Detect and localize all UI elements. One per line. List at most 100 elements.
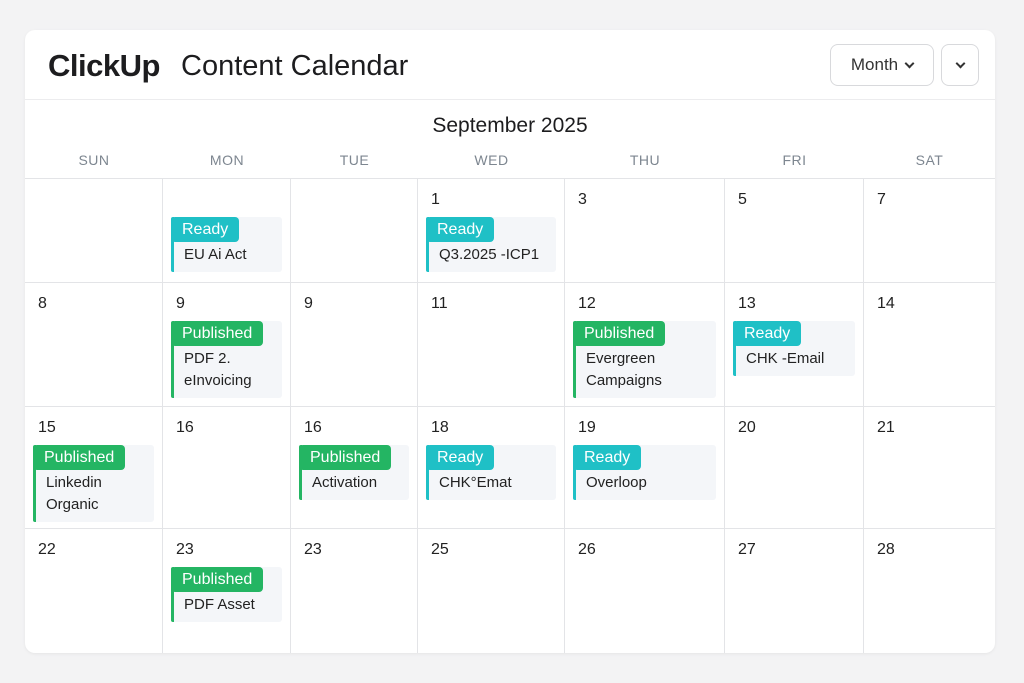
calendar-card: ClickUp Content Calendar Month September… (25, 30, 995, 653)
status-badge: Ready (426, 217, 495, 242)
calendar-day-cell[interactable]: 22 (25, 529, 163, 653)
day-number: 20 (738, 419, 756, 436)
status-badge: Ready (426, 445, 495, 470)
chevron-down-icon (904, 58, 915, 68)
weekday-label: SUN (78, 152, 110, 168)
view-mode-dropdown[interactable]: Month (830, 44, 934, 86)
calendar-day-cell[interactable]: 26 (565, 529, 725, 653)
event-title: EU Ai Act (184, 246, 247, 263)
calendar-day-cell[interactable]: 11 (418, 283, 565, 407)
calendar-day-cell[interactable]: 15 Published Linkedin Organic (25, 407, 163, 529)
calendar-day-cell[interactable]: 23 (291, 529, 418, 653)
day-number: 5 (738, 191, 747, 208)
view-mode-label: Month (850, 55, 899, 74)
calendar-day-cell[interactable]: 20 (725, 407, 864, 529)
day-number: 16 (176, 419, 194, 436)
calendar-day-cell[interactable] (25, 179, 163, 283)
calendar-day-cell[interactable]: 23 Published PDF Asset (163, 529, 291, 653)
calendar-day-cell[interactable] (291, 179, 418, 283)
event-title: eInvoicing (184, 372, 252, 389)
weekday-label: WED (474, 152, 509, 168)
weekday-label: SAT (915, 152, 944, 168)
calendar-day-cell[interactable]: 1 Ready Q3.2025 -ICP1 (418, 179, 565, 283)
event-title: Activation (312, 474, 378, 491)
event-title: Campaigns (586, 372, 662, 389)
day-number: 1 (431, 191, 440, 208)
day-number: 13 (738, 295, 756, 312)
day-number: 11 (431, 295, 448, 312)
event-title: CHK°Emat (439, 474, 512, 491)
more-options-button[interactable] (941, 44, 979, 86)
event-card[interactable]: Published PDF 2. eInvoicing (171, 321, 282, 398)
event-title: Evergreen (586, 350, 656, 367)
day-number: 7 (877, 191, 886, 208)
event-title: CHK -Email (746, 350, 825, 367)
event-title: PDF 2. (184, 350, 231, 367)
calendar-day-cell[interactable]: 5 (725, 179, 864, 283)
calendar-day-cell[interactable]: 16 Published Activation (291, 407, 418, 529)
day-number: 27 (738, 541, 756, 558)
day-number: 28 (877, 541, 895, 558)
day-number: 15 (38, 419, 56, 436)
status-badge: Published (299, 445, 392, 470)
day-number: 3 (578, 191, 587, 208)
day-number: 9 (176, 295, 185, 312)
event-card[interactable]: Published PDF Asset (171, 567, 282, 622)
calendar-day-cell[interactable]: 9 Published PDF 2. eInvoicing (163, 283, 291, 407)
event-card[interactable]: Published Evergreen Campaigns (573, 321, 716, 398)
event-title: Linkedin (46, 474, 102, 491)
weekday-label: FRI (782, 152, 807, 168)
status-badge: Published (171, 567, 264, 592)
event-card[interactable]: Published Linkedin Organic (33, 445, 154, 522)
calendar-day-cell[interactable]: 8 (25, 283, 163, 407)
day-number: 19 (578, 419, 596, 436)
calendar-day-cell[interactable]: 25 (418, 529, 565, 653)
day-number: 23 (304, 541, 322, 558)
calendar-day-cell[interactable]: 16 (163, 407, 291, 529)
header-bar: ClickUp Content Calendar Month (25, 30, 995, 100)
status-badge: Ready (171, 217, 240, 242)
weekday-label: THU (629, 152, 661, 168)
weekday-label: MON (209, 152, 245, 168)
chevron-down-icon (955, 58, 965, 68)
day-number: 9 (304, 295, 313, 312)
event-title: PDF Asset (184, 596, 255, 613)
calendar-day-cell[interactable]: 14 (864, 283, 995, 407)
calendar-day-cell[interactable]: 7 (864, 179, 995, 283)
month-title: September 2025 (432, 114, 588, 137)
calendar-day-cell[interactable]: 21 (864, 407, 995, 529)
status-badge: Published (171, 321, 264, 346)
event-card[interactable]: Ready CHK°Emat (426, 445, 556, 500)
weekday-label: TUE (339, 152, 370, 168)
calendar-day-cell[interactable]: 3 (565, 179, 725, 283)
calendar-day-cell[interactable]: 28 (864, 529, 995, 653)
status-badge: Published (573, 321, 666, 346)
event-card[interactable]: Ready Overloop (573, 445, 716, 500)
event-card[interactable]: Ready EU Ai Act (171, 217, 282, 272)
day-number: 14 (877, 295, 895, 312)
day-number: 25 (431, 541, 449, 558)
calendar-day-cell[interactable]: 18 Ready CHK°Emat (418, 407, 565, 529)
calendar-day-cell[interactable]: 9 (291, 283, 418, 407)
day-number: 23 (176, 541, 194, 558)
brand-logo: ClickUp (48, 48, 160, 83)
status-badge: Ready (573, 445, 642, 470)
status-badge: Ready (733, 321, 802, 346)
status-badge: Published (33, 445, 126, 470)
event-title: Organic (46, 496, 99, 513)
day-number: 12 (578, 295, 596, 312)
event-card[interactable]: Published Activation (299, 445, 409, 500)
calendar-day-cell[interactable]: 12 Published Evergreen Campaigns (565, 283, 725, 407)
event-card[interactable]: Ready CHK -Email (733, 321, 855, 376)
day-number: 18 (431, 419, 449, 436)
day-number: 16 (304, 419, 322, 436)
day-number: 21 (877, 419, 895, 436)
calendar-grid: Ready EU Ai Act 1 Ready Q3.2025 -ICP1 3 5 7 8 9 Pu… (25, 178, 995, 653)
calendar-day-cell[interactable]: 13 Ready CHK -Email (725, 283, 864, 407)
calendar-day-cell[interactable]: Ready EU Ai Act (163, 179, 291, 283)
calendar-day-cell[interactable]: 27 (725, 529, 864, 653)
event-card[interactable]: Ready Q3.2025 -ICP1 (426, 217, 556, 272)
page-title: Content Calendar (181, 50, 409, 82)
day-number: 8 (38, 295, 47, 312)
calendar-day-cell[interactable]: 19 Ready Overloop (565, 407, 725, 529)
